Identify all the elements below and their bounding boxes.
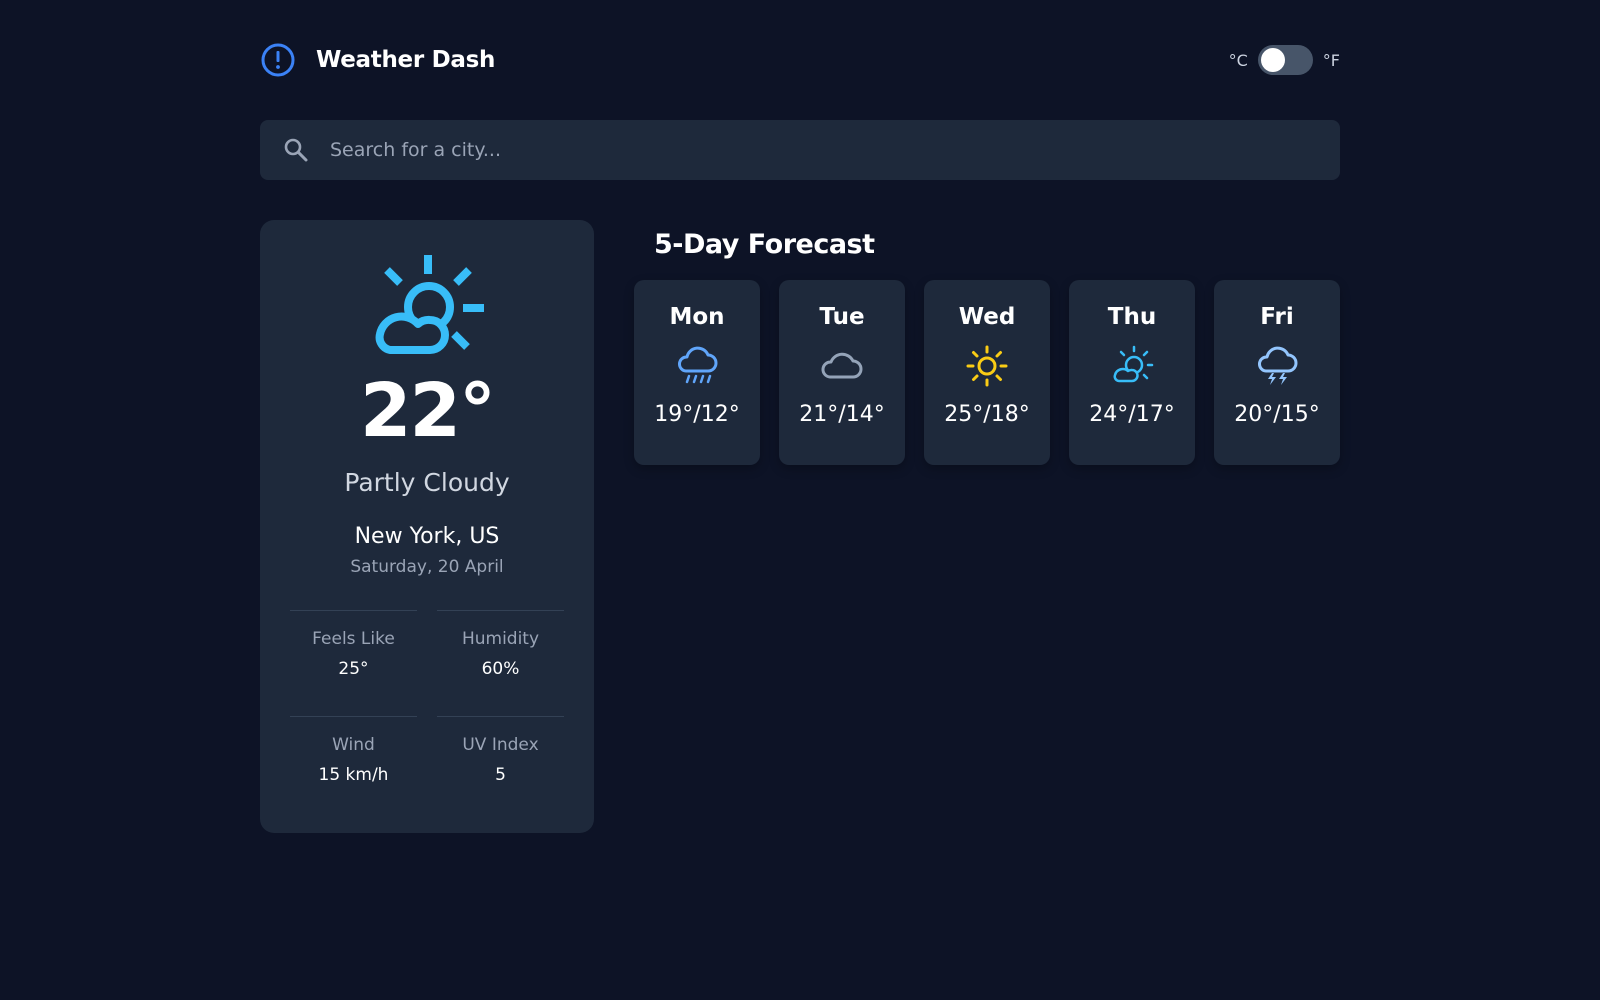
forecast-day-name: Fri <box>1260 304 1294 330</box>
forecast-day-card[interactable]: Thu 24°/17° <box>1069 280 1195 465</box>
forecast-day-name: Tue <box>819 304 865 330</box>
current-location: New York, US <box>354 524 500 549</box>
stat-feels-like: Feels Like 25° <box>290 610 417 716</box>
stat-label: Feels Like <box>312 629 395 649</box>
search-bar <box>260 120 1340 180</box>
forecast-temp-range: 20°/15° <box>1234 402 1320 427</box>
stat-label: Humidity <box>461 629 540 649</box>
stat-uv-index: UV Index 5 <box>437 716 564 822</box>
thunderstorm-icon <box>1258 346 1298 385</box>
unit-toggle: °C °F <box>1229 45 1340 75</box>
forecast-temp-range: 25°/18° <box>944 402 1030 427</box>
forecast-temp-range: 21°/14° <box>799 402 885 427</box>
stat-value: 15 km/h <box>318 765 389 785</box>
forecast-day-name: Mon <box>669 304 725 330</box>
current-weather-card: 22° Partly Cloudy New York, US Saturday,… <box>260 220 594 833</box>
current-temperature: 22° <box>360 368 496 454</box>
search-input[interactable] <box>330 120 1340 180</box>
rain-icon <box>678 346 718 384</box>
forecast-temp-range: 24°/17° <box>1089 402 1175 427</box>
partly-cloudy-icon <box>375 255 484 354</box>
weather-stats: Feels Like 25° Humidity 60% Wind 15 km/h… <box>290 610 564 822</box>
switch-knob <box>1260 48 1285 72</box>
forecast-title: 5-Day Forecast <box>654 229 875 260</box>
partly-cloudy-icon <box>1113 345 1154 383</box>
forecast-temp-range: 19°/12° <box>654 402 740 427</box>
forecast-day-name: Thu <box>1107 304 1157 330</box>
forecast-day-card[interactable]: Fri 20°/15° <box>1214 280 1340 465</box>
stat-value: 5 <box>495 765 506 785</box>
forecast-day-name: Wed <box>958 304 1016 330</box>
header: Weather Dash °C °F <box>260 40 1340 80</box>
alert-circle-icon <box>261 43 295 77</box>
stat-value: 60% <box>481 659 520 679</box>
current-condition: Partly Cloudy <box>344 468 510 497</box>
forecast-list: Mon 19°/12° Tue 21°/14° Wed 25°/18° Thu … <box>634 280 1340 465</box>
current-date: Saturday, 20 April <box>350 557 504 577</box>
stat-value: 25° <box>338 659 369 679</box>
app-title: Weather Dash <box>316 47 496 73</box>
unit-celsius-label: °C <box>1228 50 1248 70</box>
sun-icon <box>966 345 1008 387</box>
forecast-day-card[interactable]: Wed 25°/18° <box>924 280 1050 465</box>
stat-label: Wind <box>332 735 375 755</box>
brand: Weather Dash <box>260 42 495 78</box>
forecast-day-card[interactable]: Tue 21°/14° <box>779 280 905 465</box>
unit-switch[interactable] <box>1257 45 1313 75</box>
stat-label: UV Index <box>462 735 539 755</box>
app: Weather Dash °C °F Search for a city... … <box>0 0 1600 1000</box>
stat-wind: Wind 15 km/h <box>290 716 417 822</box>
unit-fahrenheit-label: °F <box>1322 50 1340 70</box>
cloud-icon <box>821 352 863 379</box>
forecast-day-card[interactable]: Mon 19°/12° <box>634 280 760 465</box>
stat-humidity: Humidity 60% <box>437 610 564 716</box>
search-icon[interactable] <box>282 136 310 164</box>
